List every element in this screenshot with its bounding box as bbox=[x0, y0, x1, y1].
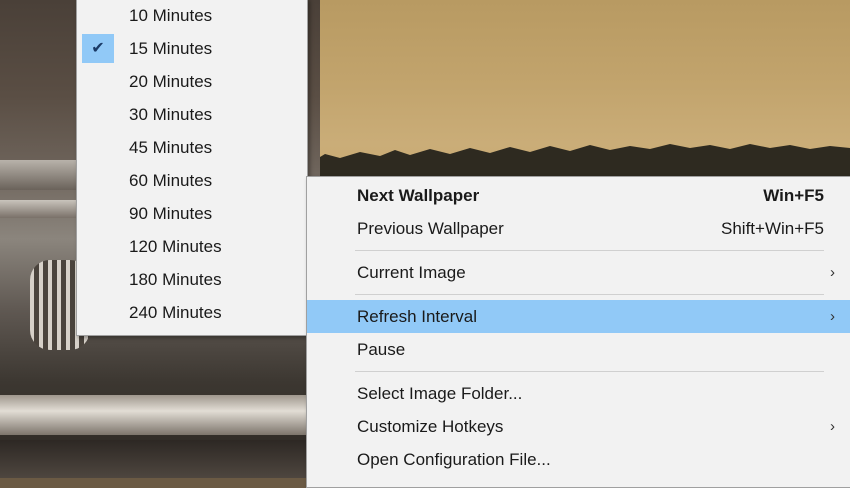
current-image-label: Current Image bbox=[357, 263, 466, 282]
customize-hotkeys-item[interactable]: Customize Hotkeys › bbox=[307, 410, 850, 443]
menu-separator bbox=[355, 294, 824, 295]
checkmark-icon: ✔ bbox=[82, 34, 114, 63]
interval-30-minutes[interactable]: 30 Minutes bbox=[77, 98, 307, 131]
chevron-right-icon: › bbox=[830, 264, 835, 281]
interval-label: 30 Minutes bbox=[129, 105, 213, 124]
interval-label: 90 Minutes bbox=[129, 204, 213, 223]
interval-label: 45 Minutes bbox=[129, 138, 213, 157]
interval-label: 120 Minutes bbox=[129, 237, 222, 256]
menu-separator bbox=[355, 250, 824, 251]
select-image-folder-label: Select Image Folder... bbox=[357, 384, 523, 403]
interval-label: 15 Minutes bbox=[129, 39, 213, 58]
current-image-item[interactable]: Current Image › bbox=[307, 256, 850, 289]
interval-15-minutes[interactable]: ✔ 15 Minutes bbox=[77, 32, 307, 65]
interval-label: 10 Minutes bbox=[129, 6, 213, 25]
next-wallpaper-label: Next Wallpaper bbox=[357, 186, 480, 205]
interval-label: 20 Minutes bbox=[129, 72, 213, 91]
select-image-folder-item[interactable]: Select Image Folder... bbox=[307, 377, 850, 410]
interval-240-minutes[interactable]: 240 Minutes bbox=[77, 296, 307, 329]
interval-label: 240 Minutes bbox=[129, 303, 222, 322]
next-wallpaper-item[interactable]: Next Wallpaper Win+F5 bbox=[307, 179, 850, 212]
previous-wallpaper-label: Previous Wallpaper bbox=[357, 219, 504, 238]
refresh-interval-label: Refresh Interval bbox=[357, 307, 477, 326]
next-wallpaper-shortcut: Win+F5 bbox=[763, 186, 824, 205]
interval-20-minutes[interactable]: 20 Minutes bbox=[77, 65, 307, 98]
interval-45-minutes[interactable]: 45 Minutes bbox=[77, 131, 307, 164]
refresh-interval-item[interactable]: Refresh Interval › bbox=[307, 300, 850, 333]
previous-wallpaper-item[interactable]: Previous Wallpaper Shift+Win+F5 bbox=[307, 212, 850, 245]
interval-label: 180 Minutes bbox=[129, 270, 222, 289]
interval-60-minutes[interactable]: 60 Minutes bbox=[77, 164, 307, 197]
chevron-right-icon: › bbox=[830, 308, 835, 325]
interval-180-minutes[interactable]: 180 Minutes bbox=[77, 263, 307, 296]
open-configuration-file-item[interactable]: Open Configuration File... bbox=[307, 443, 850, 476]
chevron-right-icon: › bbox=[830, 418, 835, 435]
interval-90-minutes[interactable]: 90 Minutes bbox=[77, 197, 307, 230]
pause-item[interactable]: Pause bbox=[307, 333, 850, 366]
menu-separator bbox=[355, 371, 824, 372]
interval-label: 60 Minutes bbox=[129, 171, 213, 190]
wallpaper-car-lower bbox=[0, 440, 320, 478]
customize-hotkeys-label: Customize Hotkeys bbox=[357, 417, 504, 436]
interval-10-minutes[interactable]: 10 Minutes bbox=[77, 0, 307, 32]
pause-label: Pause bbox=[357, 340, 406, 359]
previous-wallpaper-shortcut: Shift+Win+F5 bbox=[721, 219, 824, 238]
wallpaper-car-bumper bbox=[0, 395, 320, 435]
interval-120-minutes[interactable]: 120 Minutes bbox=[77, 230, 307, 263]
open-configuration-file-label: Open Configuration File... bbox=[357, 450, 551, 469]
wallpaper-context-menu: Next Wallpaper Win+F5 Previous Wallpaper… bbox=[306, 176, 850, 488]
refresh-interval-submenu: 10 Minutes ✔ 15 Minutes 20 Minutes 30 Mi… bbox=[76, 0, 308, 336]
